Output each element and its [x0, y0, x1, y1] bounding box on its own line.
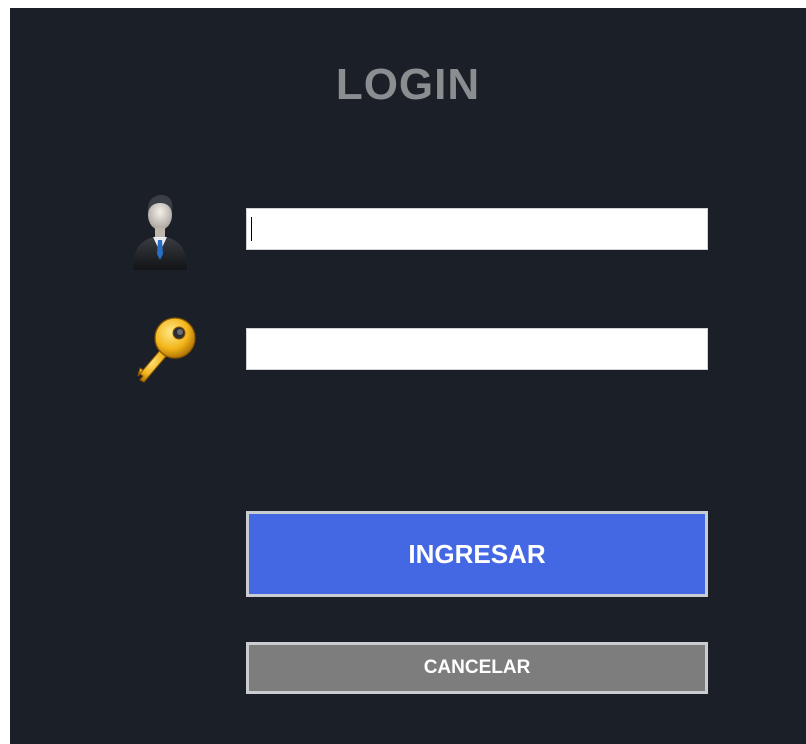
password-field[interactable] [246, 328, 708, 370]
cancelar-button[interactable]: CANCELAR [246, 642, 708, 694]
text-cursor [251, 217, 252, 241]
login-panel: LOGIN INGRESAR CANCELAR [10, 8, 806, 744]
login-title: LOGIN [335, 60, 481, 109]
key-icon [137, 317, 196, 383]
user-icon [133, 195, 187, 270]
ingresar-button[interactable]: INGRESAR [246, 511, 708, 597]
username-field[interactable] [246, 208, 708, 250]
